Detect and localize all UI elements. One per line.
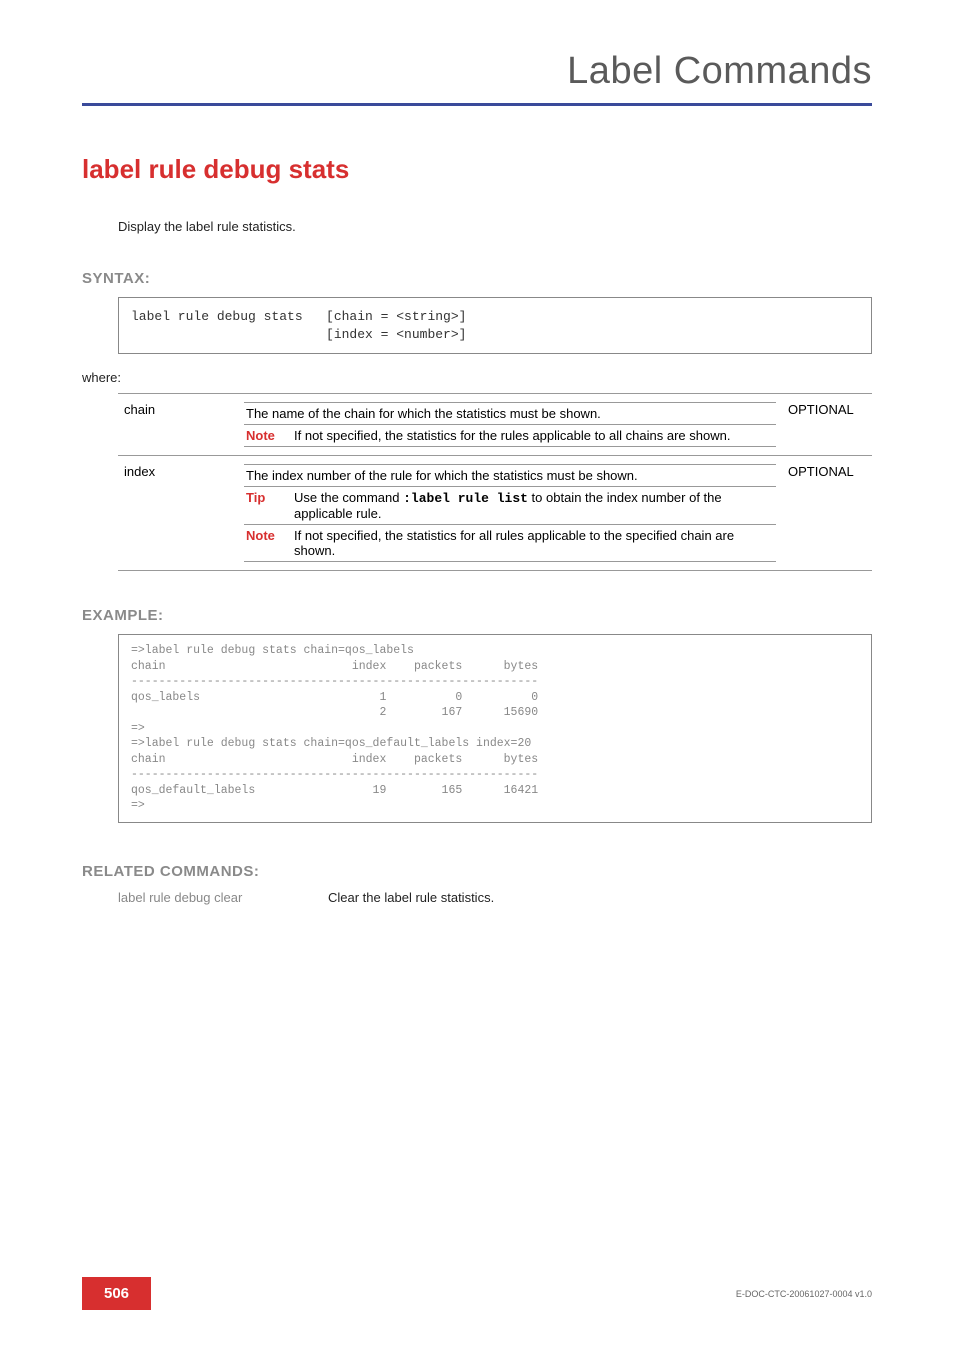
example-heading: EXAMPLE:: [82, 607, 872, 624]
command-description: Display the label rule statistics.: [118, 219, 872, 234]
param-inner-table: The index number of the rule for which t…: [244, 464, 776, 562]
related-commands: label rule debug clear Clear the label r…: [118, 890, 872, 905]
related-row: label rule debug clear Clear the label r…: [118, 890, 872, 905]
page-number: 506: [82, 1277, 151, 1310]
tip-label: Tip: [246, 490, 275, 505]
note-label: Note: [246, 428, 285, 443]
command-title: label rule debug stats: [82, 154, 872, 185]
param-desc: The name of the chain for which the stat…: [244, 403, 776, 425]
param-optional: OPTIONAL: [782, 456, 872, 571]
param-name: index: [118, 456, 238, 571]
page-footer: 506 E-DOC-CTC-20061027-0004 v1.0: [0, 1277, 954, 1310]
param-inner-table: The name of the chain for which the stat…: [244, 402, 776, 447]
tip-cmd: :label rule list: [403, 491, 528, 506]
where-label: where:: [82, 370, 872, 385]
page-header: Label Commands: [82, 50, 872, 106]
related-heading: RELATED COMMANDS:: [82, 863, 872, 880]
note-text: If not specified, the statistics for the…: [292, 425, 776, 447]
related-cmd: label rule debug clear: [118, 890, 328, 905]
param-desc-cell: The index number of the rule for which t…: [238, 456, 782, 571]
param-desc-cell: The name of the chain for which the stat…: [238, 394, 782, 456]
param-desc: The index number of the rule for which t…: [244, 465, 776, 487]
doc-id: E-DOC-CTC-20061027-0004 v1.0: [736, 1289, 872, 1299]
param-name: chain: [118, 394, 238, 456]
param-row-index: index The index number of the rule for w…: [118, 456, 872, 571]
param-optional: OPTIONAL: [782, 394, 872, 456]
example-box: =>label rule debug stats chain=qos_label…: [118, 634, 872, 823]
header-title: Label Commands: [567, 50, 872, 92]
related-desc: Clear the label rule statistics.: [328, 890, 494, 905]
syntax-box: label rule debug stats [chain = <string>…: [118, 297, 872, 354]
parameter-table: chain The name of the chain for which th…: [118, 393, 872, 571]
note-label: Note: [246, 528, 285, 543]
syntax-heading: SYNTAX:: [82, 270, 872, 287]
note-text: If not specified, the statistics for all…: [292, 525, 776, 562]
tip-text: Use the command :label rule list to obta…: [292, 487, 776, 525]
tip-pre: Use the command: [294, 490, 403, 505]
param-row-chain: chain The name of the chain for which th…: [118, 394, 872, 456]
page-content: Label Commands label rule debug stats Di…: [0, 0, 954, 905]
